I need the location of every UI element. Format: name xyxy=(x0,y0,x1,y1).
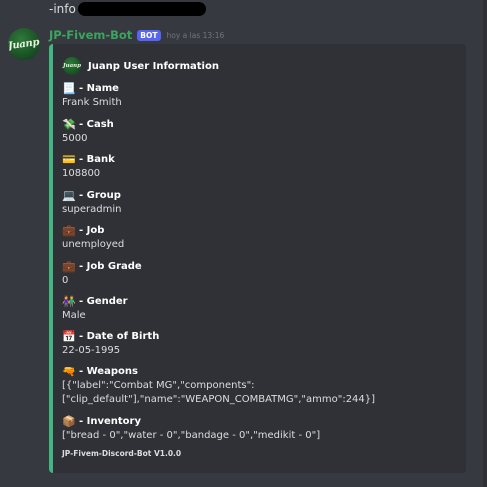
field-group: 💻 - Group superadmin xyxy=(62,188,122,217)
field-title: - Cash xyxy=(79,118,114,130)
field-value: Male xyxy=(62,310,86,321)
avatar-logo: Juanp xyxy=(8,36,40,52)
field-title: - Date of Birth xyxy=(79,330,160,342)
scrollbar-track[interactable] xyxy=(483,0,487,487)
embed-card: Juanp Juanp User Information 📃 - Name Fr… xyxy=(49,44,466,473)
field-name: 📃 - Name Frank Smith xyxy=(62,81,122,110)
previous-message: -info xyxy=(49,1,206,17)
field-title: - Name xyxy=(79,82,119,94)
people-icon: 👫 xyxy=(62,294,76,308)
redacted-bar xyxy=(77,2,206,16)
laptop-icon: 💻 xyxy=(62,188,76,202)
gun-icon: 🔫 xyxy=(62,364,76,378)
page-icon: 📃 xyxy=(62,81,76,95)
money-icon: 💸 xyxy=(62,117,76,131)
field-title: - Job xyxy=(79,224,105,236)
message-header: JP-Fivem-Bot BOT hoy a las 13:16 xyxy=(49,28,224,42)
package-icon: 📦 xyxy=(62,414,76,428)
field-value: 108800 xyxy=(62,168,101,179)
embed-author-name: Juanp User Information xyxy=(88,60,219,72)
embed-author: Juanp Juanp User Information xyxy=(63,57,219,75)
calendar-icon: 📅 xyxy=(62,329,76,343)
credit-card-icon: 💳 xyxy=(62,152,76,166)
briefcase-icon: 💼 xyxy=(62,223,76,237)
field-value-line: [{"label":"Combat MG","components": xyxy=(62,380,255,391)
timestamp[interactable]: hoy a las 13:16 xyxy=(167,31,225,40)
bot-avatar[interactable]: Juanp xyxy=(8,28,40,60)
briefcase-icon: 💼 xyxy=(62,259,76,273)
chat-area: -info Juanp JP-Fivem-Bot BOT hoy a las 1… xyxy=(0,0,487,487)
field-job-grade: 💼 - Job Grade 0 xyxy=(62,259,142,288)
field-title: - Weapons xyxy=(79,365,138,377)
field-value: Frank Smith xyxy=(62,97,122,108)
field-value: 0 xyxy=(62,275,69,286)
field-value-line: ["clip_default"],"name":"WEAPON_COMBATMG… xyxy=(62,394,376,405)
field-value: unemployed xyxy=(62,239,125,250)
field-value: 5000 xyxy=(62,133,88,144)
bot-badge: BOT xyxy=(137,29,161,41)
author-avatar-icon: Juanp xyxy=(63,57,81,75)
field-weapons: 🔫 - Weapons [{"label":"Combat MG","compo… xyxy=(62,364,375,407)
author-icon-label: Juanp xyxy=(63,63,82,69)
field-bank: 💳 - Bank 108800 xyxy=(62,152,115,181)
field-title: - Group xyxy=(79,189,121,201)
field-inventory: 📦 - Inventory ["bread - 0","water - 0","… xyxy=(62,414,320,443)
field-value: superadmin xyxy=(62,204,122,215)
field-value: ["bread - 0","water - 0","bandage - 0","… xyxy=(62,430,321,441)
field-job: 💼 - Job unemployed xyxy=(62,223,124,252)
username[interactable]: JP-Fivem-Bot xyxy=(49,28,132,42)
field-title: - Job Grade xyxy=(79,260,142,272)
field-gender: 👫 - Gender Male xyxy=(62,294,128,323)
field-title: - Bank xyxy=(79,153,115,165)
field-value: 22-05-1995 xyxy=(62,345,121,356)
embed-footer: JP-Fivem-Discord-Bot V1.0.0 xyxy=(62,449,182,458)
field-title: - Gender xyxy=(79,295,128,307)
message-text: -info xyxy=(49,2,76,16)
field-title: - Inventory xyxy=(79,415,141,427)
field-cash: 💸 - Cash 5000 xyxy=(62,117,114,146)
field-date-of-birth: 📅 - Date of Birth 22-05-1995 xyxy=(62,329,159,358)
